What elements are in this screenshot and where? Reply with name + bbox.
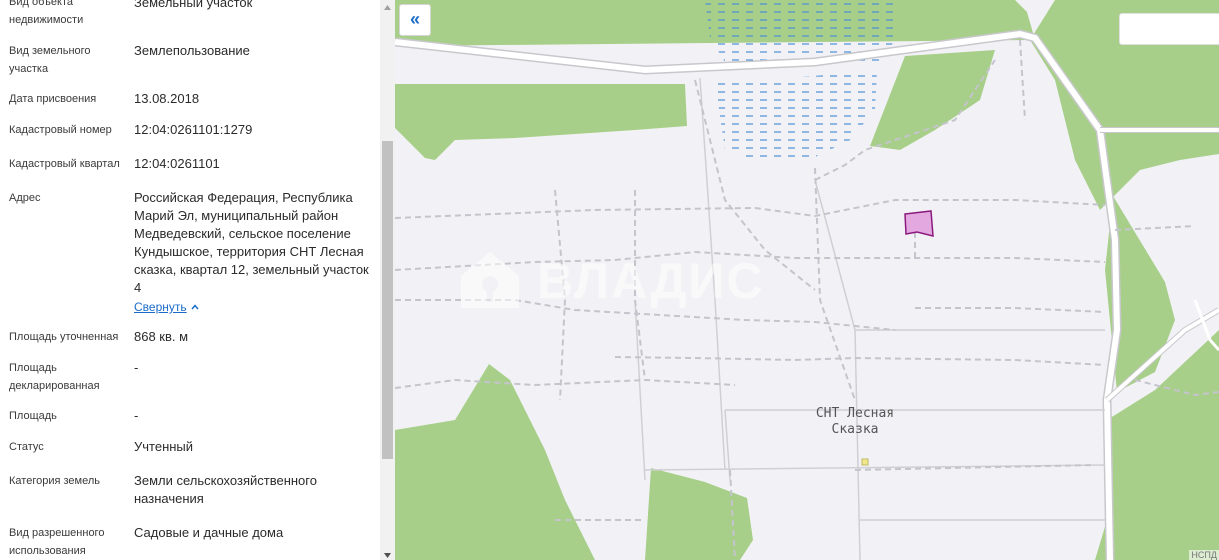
forest-area	[395, 364, 595, 560]
collapse-address-link[interactable]: Свернуть	[134, 299, 187, 315]
detail-value: -	[134, 360, 139, 375]
panel-scrollbar[interactable]	[380, 0, 395, 560]
detail-label: Площадь декларированная	[9, 362, 100, 392]
chevron-up-icon[interactable]	[191, 303, 199, 311]
map-search-box[interactable]	[1119, 13, 1219, 45]
forest-area	[395, 84, 687, 160]
collapse-panel-button[interactable]: «	[399, 4, 431, 36]
marsh-area	[705, 0, 900, 160]
map-point-marker	[861, 458, 869, 466]
detail-label: Площадь	[9, 410, 57, 422]
detail-label: Площадь уточненная	[9, 331, 119, 343]
detail-label: Вид объекта недвижимости	[9, 0, 84, 26]
detail-label: Кадастровый квартал	[9, 158, 120, 170]
detail-value: Учтенный	[134, 439, 194, 454]
detail-value: 868 кв. м	[134, 329, 189, 344]
detail-label: Вид земельного участка	[9, 45, 91, 75]
detail-value: Садовые и дачные дома	[134, 525, 284, 540]
cadastral-map[interactable]: ВЛАДИС СНТ Лесная Сказка « НСПД	[395, 0, 1219, 560]
detail-value: -	[134, 408, 139, 423]
detail-value: Земельный участок	[134, 0, 253, 10]
vladis-watermark: ВЛАДИС	[455, 246, 795, 316]
detail-label: Вид разрешенного использования	[9, 527, 105, 557]
detail-value: Землепользование	[134, 43, 250, 58]
house-logo-icon	[461, 252, 519, 308]
detail-label: Дата присвоения	[9, 93, 97, 105]
watermark-text: ВЛАДИС	[537, 253, 765, 309]
place-label: СНТ Лесная Сказка	[815, 406, 895, 437]
detail-value: Земли сельскохозяйственного назначения	[134, 473, 317, 506]
detail-label: Категория земель	[9, 475, 100, 487]
detail-label: Адрес	[9, 192, 41, 204]
detail-value: 12:04:0261101	[134, 156, 220, 171]
scroll-down-arrow-icon[interactable]	[383, 551, 392, 559]
cadastral-parcel[interactable]	[904, 210, 934, 237]
detail-value: 12:04:0261101:1279	[134, 122, 253, 137]
scroll-up-arrow-icon[interactable]	[383, 4, 392, 12]
property-details-panel: Вид объекта недвижимости Земельный участ…	[0, 0, 380, 560]
detail-value: 13.08.2018	[134, 91, 200, 106]
map-attribution: НСПД	[1189, 550, 1219, 560]
forest-area	[870, 50, 995, 150]
scrollbar-thumb[interactable]	[382, 141, 393, 459]
detail-value: Российская Федерация, Республика Марий Э…	[134, 190, 369, 295]
forest-area	[645, 468, 753, 560]
clearing	[1183, 168, 1219, 246]
detail-label: Кадастровый номер	[9, 124, 112, 136]
detail-label: Статус	[9, 441, 44, 453]
